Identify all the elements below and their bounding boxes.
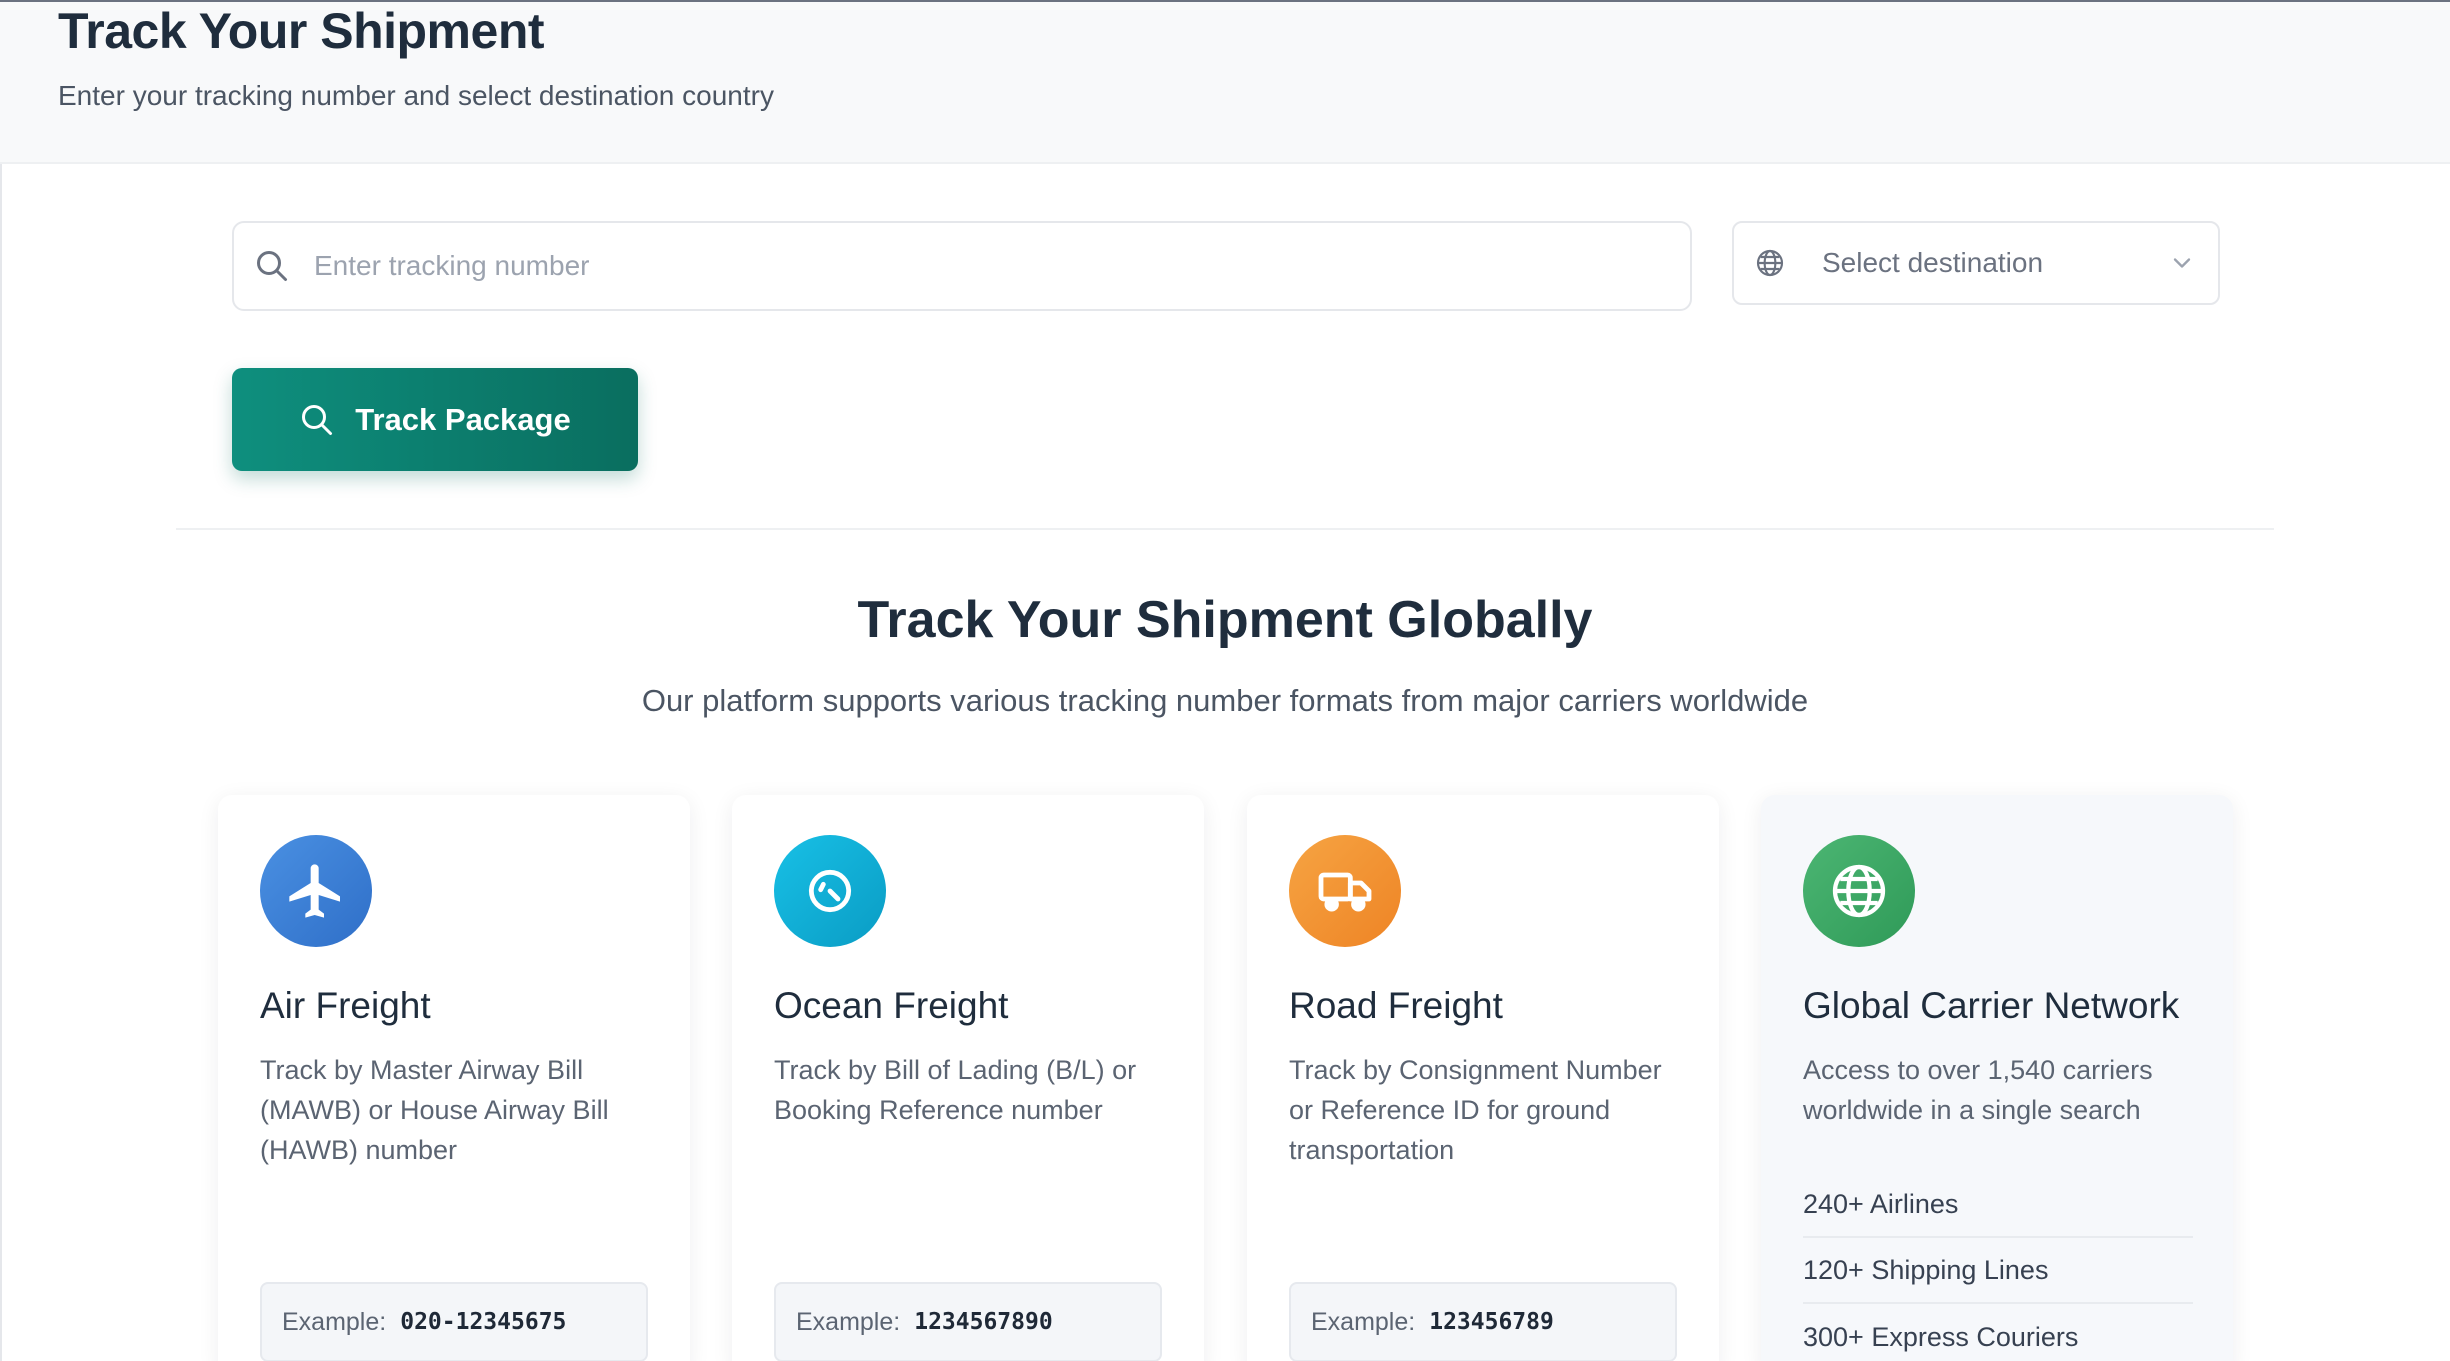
example-box: Example: 1234567890 — [774, 1282, 1162, 1361]
ship-compass-icon — [808, 869, 852, 913]
section-divider — [176, 528, 2274, 530]
track-package-button[interactable]: Track Package — [232, 368, 638, 471]
section-title: Track Your Shipment Globally — [857, 591, 1593, 649]
card-title: Ocean Freight — [774, 985, 1009, 1026]
tracking-number-field[interactable] — [232, 221, 1692, 311]
destination-select-value: Select destination — [1822, 247, 2044, 278]
example-value: 1234567890 — [914, 1309, 1053, 1335]
page-subtitle: Enter your tracking number and select de… — [58, 80, 774, 111]
example-value: 123456789 — [1429, 1309, 1554, 1335]
example-box: Example: 123456789 — [1289, 1282, 1677, 1361]
example-label: Example: — [796, 1307, 901, 1336]
carrier-stats-list: 240+ Airlines 120+ Shipping Lines 300+ E… — [1803, 1172, 2193, 1361]
card-description: Track by Master Airway Bill (MAWB) or Ho… — [260, 1055, 609, 1165]
section-subtitle: Our platform supports various tracking n… — [641, 683, 1809, 718]
example-box: Example: 020-12345675 — [260, 1282, 648, 1361]
card-description: Access to over 1,540 carriers worldwide … — [1803, 1055, 2153, 1125]
card-description: Track by Consignment Number or Reference… — [1289, 1055, 1662, 1165]
air-freight-badge — [260, 835, 372, 947]
stat-express-couriers: 300+ Express Couriers — [1803, 1321, 2079, 1352]
airplane-icon — [289, 864, 340, 918]
card-description: Track by Bill of Lading (B/L) or Booking… — [774, 1055, 1137, 1125]
track-package-label: Track Package — [355, 401, 571, 437]
ocean-freight-badge — [774, 835, 886, 947]
chevron-down-icon — [2173, 258, 2191, 268]
page-title: Track Your Shipment — [58, 3, 545, 59]
global-carrier-card: Global Carrier Network Access to over 1,… — [1761, 795, 2233, 1361]
ocean-freight-card: Ocean Freight Track by Bill of Lading (B… — [732, 795, 1204, 1361]
truck-icon — [1318, 872, 1372, 912]
globe-icon — [1832, 864, 1886, 918]
card-title: Global Carrier Network — [1803, 985, 2180, 1026]
left-edge-divider — [0, 164, 2, 1361]
road-freight-badge — [1289, 835, 1401, 947]
example-label: Example: — [1311, 1307, 1416, 1336]
tracking-number-input[interactable] — [314, 250, 1614, 282]
search-icon — [257, 251, 287, 281]
card-title: Road Freight — [1289, 985, 1503, 1026]
air-freight-card: Air Freight Track by Master Airway Bill … — [218, 795, 690, 1361]
card-title: Air Freight — [260, 985, 431, 1026]
example-label: Example: — [282, 1307, 387, 1336]
global-carrier-badge — [1803, 835, 1915, 947]
stat-airlines: 240+ Airlines — [1803, 1172, 2193, 1238]
example-value: 020-12345675 — [400, 1309, 567, 1335]
search-icon — [302, 404, 333, 435]
destination-select[interactable]: Select destination — [1732, 221, 2220, 305]
stat-shipping-lines: 120+ Shipping Lines — [1803, 1238, 2193, 1304]
page-header: Track Your Shipment Enter your tracking … — [0, 2, 2450, 164]
globe-icon — [1756, 249, 1784, 277]
road-freight-card: Road Freight Track by Consignment Number… — [1247, 795, 1719, 1361]
